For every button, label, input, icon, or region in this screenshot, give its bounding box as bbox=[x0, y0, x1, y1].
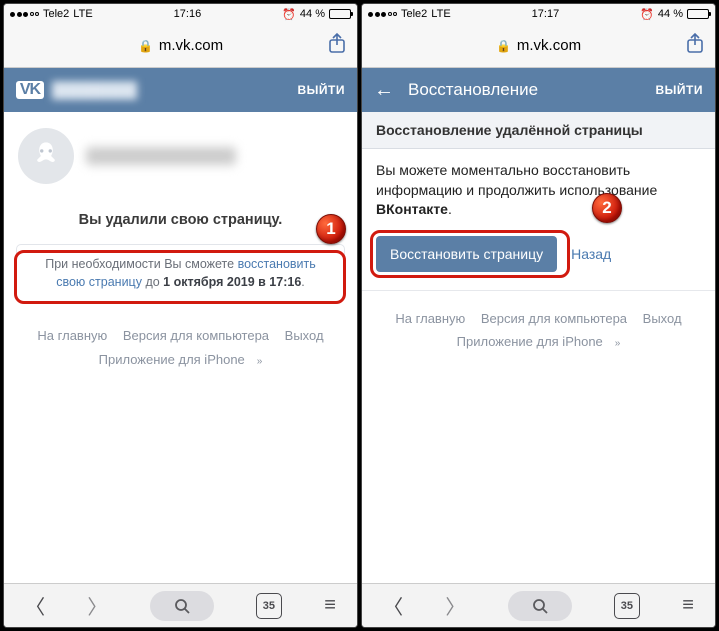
content-left: Вы удалили свою страницу. При необходимо… bbox=[4, 112, 357, 583]
carrier-text: Tele2 bbox=[43, 8, 69, 20]
share-button[interactable] bbox=[685, 32, 705, 59]
back-arrow-icon[interactable]: ← bbox=[374, 79, 394, 102]
browser-url-bar[interactable]: 🔒 m.vk.com bbox=[4, 24, 357, 68]
footer-iphone-app[interactable]: Приложение для iPhone» bbox=[451, 334, 627, 349]
signal-icon bbox=[368, 12, 397, 17]
url-text: m.vk.com bbox=[517, 37, 581, 54]
nav-back-icon[interactable]: 〈 bbox=[25, 591, 45, 620]
status-bar: Tele2 LTE 17:17 ⏰ 44 % bbox=[362, 4, 715, 24]
page-title: Восстановление bbox=[408, 80, 538, 100]
vk-header: VK ████████ ВЫЙТИ bbox=[4, 68, 357, 112]
restore-page-button[interactable]: Восстановить страницу bbox=[376, 236, 557, 272]
safari-toolbar: 〈 〉 35 ≡ bbox=[4, 583, 357, 627]
browser-url-bar[interactable]: 🔒 m.vk.com bbox=[362, 24, 715, 68]
footer-desktop[interactable]: Версия для компьютера bbox=[481, 311, 627, 326]
logout-button[interactable]: ВЫЙТИ bbox=[656, 83, 704, 97]
carrier-text: Tele2 bbox=[401, 8, 427, 20]
phone-left: Tele2 LTE 17:16 ⏰ 44 % 🔒 m.vk.com VK ███… bbox=[3, 3, 358, 628]
battery-icon bbox=[687, 9, 709, 19]
footer-links: На главную Версия для компьютера Выход П… bbox=[362, 291, 715, 358]
footer-home[interactable]: На главную bbox=[37, 328, 107, 343]
footer-home[interactable]: На главную bbox=[395, 311, 465, 326]
network-text: LTE bbox=[73, 8, 92, 20]
menu-icon[interactable]: ≡ bbox=[324, 594, 336, 617]
avatar bbox=[18, 128, 74, 184]
url-text: m.vk.com bbox=[159, 37, 223, 54]
tabs-button[interactable]: 35 bbox=[256, 593, 282, 619]
nav-back-icon[interactable]: 〈 bbox=[383, 591, 403, 620]
signal-icon bbox=[10, 12, 39, 17]
nav-forward-icon[interactable]: 〉 bbox=[445, 591, 465, 620]
annotation-badge-2: 2 bbox=[592, 193, 622, 223]
vk-header: ← Восстановление ВЫЙТИ bbox=[362, 68, 715, 112]
back-link[interactable]: Назад bbox=[571, 246, 611, 262]
annotation-badge-1: 1 bbox=[316, 214, 346, 244]
username-blurred bbox=[86, 147, 236, 165]
status-bar: Tele2 LTE 17:16 ⏰ 44 % bbox=[4, 4, 357, 24]
network-text: LTE bbox=[431, 8, 450, 20]
restore-description: Вы можете моментально восстановить инфор… bbox=[362, 149, 715, 226]
restore-info-box: При необходимости Вы сможете восстановит… bbox=[16, 244, 345, 302]
alarm-icon: ⏰ bbox=[640, 8, 654, 21]
tabs-button[interactable]: 35 bbox=[614, 593, 640, 619]
clock-text: 17:17 bbox=[532, 8, 560, 20]
clock-text: 17:16 bbox=[174, 8, 202, 20]
logout-button[interactable]: ВЫЙТИ bbox=[298, 83, 346, 97]
vk-logo-icon[interactable]: VK bbox=[16, 81, 44, 99]
menu-icon[interactable]: ≡ bbox=[682, 594, 694, 617]
search-button[interactable] bbox=[508, 591, 572, 621]
search-button[interactable] bbox=[150, 591, 214, 621]
nav-forward-icon[interactable]: 〉 bbox=[87, 591, 107, 620]
alarm-icon: ⏰ bbox=[282, 8, 296, 21]
content-right: Вы можете моментально восстановить инфор… bbox=[362, 149, 715, 583]
footer-links: На главную Версия для компьютера Выход П… bbox=[4, 316, 357, 375]
sub-header: Восстановление удалённой страницы bbox=[362, 112, 715, 149]
share-button[interactable] bbox=[327, 32, 347, 59]
footer-logout[interactable]: Выход bbox=[285, 328, 324, 343]
lock-icon: 🔒 bbox=[496, 39, 511, 53]
battery-pct: 44 % bbox=[300, 8, 325, 20]
footer-logout[interactable]: Выход bbox=[643, 311, 682, 326]
profile-name-blurred: ████████ bbox=[52, 82, 137, 99]
footer-iphone-app[interactable]: Приложение для iPhone» bbox=[93, 352, 269, 367]
battery-icon bbox=[329, 9, 351, 19]
safari-toolbar: 〈 〉 35 ≡ bbox=[362, 583, 715, 627]
lock-icon: 🔒 bbox=[138, 39, 153, 53]
footer-desktop[interactable]: Версия для компьютера bbox=[123, 328, 269, 343]
battery-pct: 44 % bbox=[658, 8, 683, 20]
restore-deadline: 1 октября 2019 в 17:16 bbox=[163, 275, 301, 289]
deleted-message: Вы удалили свою страницу. bbox=[4, 194, 357, 240]
phone-right: Tele2 LTE 17:17 ⏰ 44 % 🔒 m.vk.com ← Восс… bbox=[361, 3, 716, 628]
